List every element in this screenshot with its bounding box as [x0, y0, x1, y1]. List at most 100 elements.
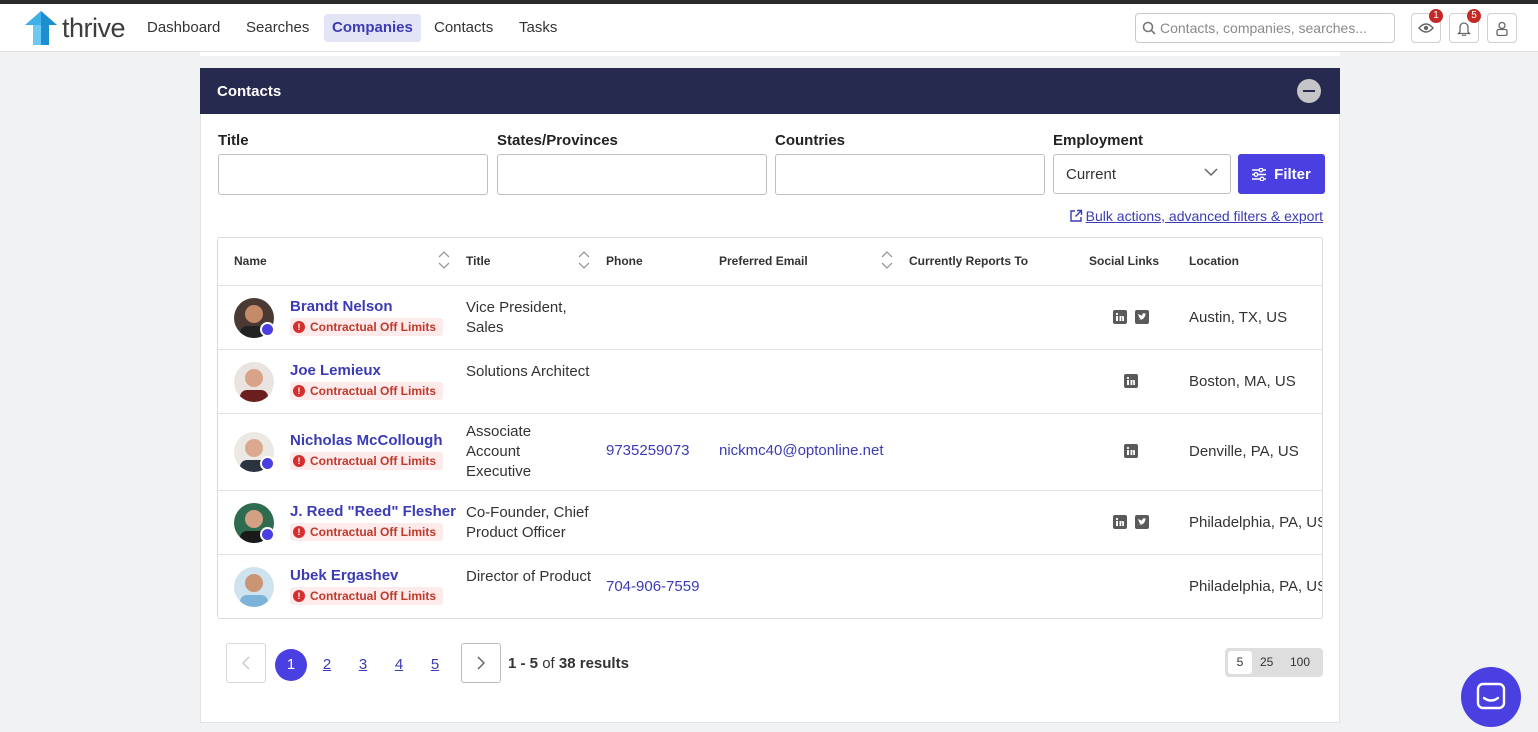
collapse-icon[interactable]: [1297, 79, 1321, 103]
employment-filter-label: Employment: [1053, 132, 1144, 149]
linkedin-icon[interactable]: [1124, 444, 1138, 458]
alert-icon: !: [293, 526, 305, 538]
linkedin-icon[interactable]: [1113, 310, 1127, 324]
user-icon: [1496, 21, 1508, 36]
watch-badge: 1: [1429, 9, 1443, 23]
chevron-left-icon: [242, 656, 250, 670]
page-5-button[interactable]: 5: [419, 649, 451, 681]
off-limits-label: Contractual Off Limits: [310, 454, 437, 468]
bell-icon: [1457, 21, 1471, 36]
watch-button[interactable]: 1: [1411, 9, 1443, 43]
alert-icon: !: [293, 385, 305, 397]
contact-name-link[interactable]: Nicholas McCollough: [290, 432, 443, 449]
per-page-selector: 5 25 100: [1225, 648, 1323, 677]
off-limits-label: Contractual Off Limits: [310, 525, 437, 539]
table-row[interactable]: Joe Lemieux ! Contractual Off Limits Solu…: [218, 349, 1322, 413]
contact-phone-link[interactable]: 704-906-7559: [606, 578, 699, 595]
per-page-100[interactable]: 100: [1290, 655, 1310, 669]
nav-dashboard[interactable]: Dashboard: [139, 14, 228, 42]
contact-name-link[interactable]: Joe Lemieux: [290, 362, 381, 379]
contact-phone-link[interactable]: 9735259073: [606, 442, 689, 459]
table-row[interactable]: J. Reed "Reed" Flesher ! Contractual Off …: [218, 490, 1323, 554]
states-filter-input[interactable]: [497, 154, 767, 195]
previous-card-edge: [200, 52, 1340, 56]
avatar[interactable]: [234, 567, 274, 607]
countries-filter-label: Countries: [775, 132, 846, 149]
contact-title: Associate Account Executive: [466, 423, 532, 480]
off-limits-label: Contractual Off Limits: [310, 320, 437, 334]
notifications-button[interactable]: 5: [1449, 9, 1481, 43]
search-input[interactable]: [1160, 20, 1384, 36]
search-icon: [1142, 21, 1156, 35]
column-header-name[interactable]: Name: [234, 254, 267, 268]
page-1-button[interactable]: 1: [275, 649, 307, 681]
chat-launcher-button[interactable]: [1461, 667, 1521, 727]
column-header-title[interactable]: Title: [466, 254, 490, 268]
table-row[interactable]: Brandt Nelson ! Contractual Off Limits Vi…: [218, 285, 1322, 349]
filter-button-label: Filter: [1274, 165, 1311, 183]
user-menu-button[interactable]: [1487, 13, 1517, 43]
contact-email-link[interactable]: nickmc40@optonline.net: [719, 442, 884, 459]
sort-title-icon[interactable]: [578, 250, 590, 270]
page-4-button[interactable]: 4: [383, 649, 415, 681]
table-row[interactable]: Ubek Ergashev ! Contractual Off Limits Di…: [218, 554, 1323, 618]
results-summary: 1 - 5 of 38 results: [508, 655, 629, 672]
employment-select[interactable]: Current: [1053, 154, 1231, 194]
linkedin-icon[interactable]: [1113, 515, 1127, 529]
chevron-right-icon: [477, 656, 485, 670]
page-3-button[interactable]: 3: [347, 649, 379, 681]
bulk-actions-label: Bulk actions, advanced filters & export: [1085, 208, 1323, 224]
global-search[interactable]: [1135, 13, 1395, 43]
contacts-table: Name Title Phone Preferred Email Current…: [217, 237, 1323, 619]
sort-name-icon[interactable]: [438, 250, 450, 270]
avatar[interactable]: [234, 362, 274, 402]
thrive-logo-icon: [25, 11, 57, 45]
top-navbar: thrive Dashboard Searches Companies Cont…: [0, 4, 1538, 52]
contact-location: Philadelphia, PA, US: [1189, 514, 1323, 531]
nav-contacts[interactable]: Contacts: [426, 14, 501, 42]
sliders-icon: [1252, 167, 1267, 181]
nav-companies[interactable]: Companies: [324, 14, 421, 42]
column-header-reports-to: Currently Reports To: [909, 254, 1029, 268]
eye-icon: [1418, 23, 1434, 33]
per-page-25[interactable]: 25: [1260, 655, 1273, 669]
logo[interactable]: thrive: [22, 10, 126, 46]
table-row[interactable]: Nicholas McCollough ! Contractual Off Lim…: [218, 413, 1322, 490]
nav-searches[interactable]: Searches: [238, 14, 317, 42]
verified-icon: [260, 322, 275, 337]
chevron-down-icon: [1204, 168, 1218, 177]
nav-tasks[interactable]: Tasks: [511, 14, 565, 42]
column-header-email[interactable]: Preferred Email: [719, 254, 808, 268]
column-header-location: Location: [1189, 254, 1239, 268]
per-page-5[interactable]: 5: [1228, 651, 1252, 674]
filter-button[interactable]: Filter: [1238, 154, 1325, 194]
alert-icon: !: [293, 590, 305, 602]
contact-name-link[interactable]: Ubek Ergashev: [290, 567, 398, 584]
prev-page-button[interactable]: [226, 643, 266, 683]
alert-icon: !: [293, 321, 305, 333]
page-2-button[interactable]: 2: [311, 649, 343, 681]
next-page-button[interactable]: [461, 643, 501, 683]
twitter-icon[interactable]: [1135, 515, 1149, 529]
title-filter-input[interactable]: [218, 154, 488, 195]
off-limits-tag: ! Contractual Off Limits: [290, 587, 444, 605]
bulk-actions-link[interactable]: Bulk actions, advanced filters & export: [1069, 208, 1323, 224]
countries-filter-input[interactable]: [775, 154, 1045, 195]
contact-location: Philadelphia, PA, US: [1189, 578, 1323, 595]
off-limits-label: Contractual Off Limits: [310, 589, 437, 603]
twitter-icon[interactable]: [1135, 310, 1149, 324]
contact-location: Austin, TX, US: [1189, 309, 1288, 326]
contact-name-link[interactable]: J. Reed "Reed" Flesher: [290, 503, 456, 520]
sort-email-icon[interactable]: [881, 250, 893, 270]
contacts-panel-header: Contacts: [200, 68, 1340, 114]
results-range: 1 - 5: [508, 655, 539, 672]
external-link-icon: [1069, 209, 1082, 222]
verified-icon: [260, 456, 275, 471]
contacts-panel-body: Title States/Provinces Countries Employm…: [200, 114, 1340, 723]
alert-icon: !: [293, 455, 305, 467]
states-filter-label: States/Provinces: [497, 132, 618, 149]
contact-name-link[interactable]: Brandt Nelson: [290, 298, 393, 315]
off-limits-tag: ! Contractual Off Limits: [290, 452, 444, 470]
contact-location: Boston, MA, US: [1189, 373, 1296, 390]
linkedin-icon[interactable]: [1124, 374, 1138, 388]
